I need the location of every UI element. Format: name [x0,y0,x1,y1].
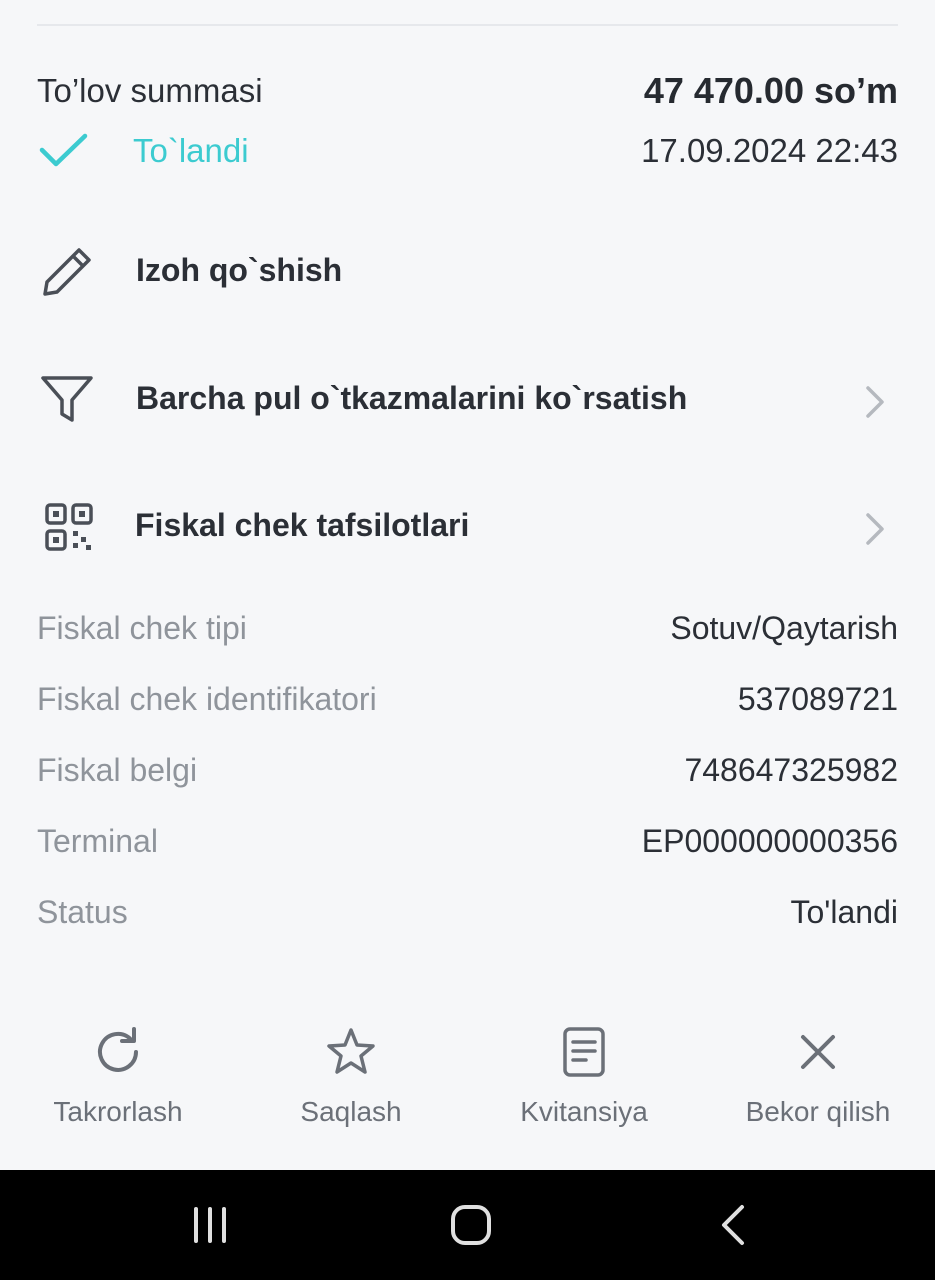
terminal-value: EP000000000356 [641,823,898,859]
fiscal-sign-row: Fiskal belgi 748647325982 [37,752,898,796]
fiscal-type-row: Fiskal chek tipi Sotuv/Qaytarish [37,610,898,654]
fiscal-id-value: 537089721 [737,681,898,717]
back-icon [722,1205,744,1245]
payment-amount-row: To’lov summasi 47 470.00 so’m [37,66,898,116]
payment-status-row: To`landi 17.09.2024 22:43 [37,126,898,176]
save-button[interactable]: Saqlash [236,1010,466,1150]
document-icon [563,1027,605,1077]
system-navigation-bar [0,1170,935,1280]
cancel-button[interactable]: Bekor qilish [703,1010,933,1150]
chevron-right-icon [866,386,884,418]
fiscal-status-row: Status To'landi [37,894,898,938]
pencil-icon [43,248,91,296]
filter-icon [41,376,93,422]
fiscal-status-value: To'landi [790,894,898,930]
fiscal-details-button[interactable]: Fiskal chek tafsilotlari [37,485,898,565]
qr-code-icon [45,503,93,551]
payment-datetime: 17.09.2024 22:43 [641,132,898,169]
fiscal-details-label: Fiskal chek tafsilotlari [135,507,470,543]
star-icon [327,1028,375,1074]
amount-value: 47 470.00 so’m [643,70,898,111]
receipt-label: Kvitansiya [520,1096,648,1127]
show-all-transfers-button[interactable]: Barcha pul o`tkazmalarini ko`rsatish [37,358,898,438]
add-comment-button[interactable]: Izoh qo`shish [37,230,898,310]
terminal-row: Terminal EP000000000356 [37,823,898,867]
close-icon [801,1035,835,1069]
add-comment-label: Izoh qo`shish [136,252,343,288]
recent-apps-button[interactable] [150,1170,270,1280]
terminal-label: Terminal [37,823,158,859]
fiscal-sign-label: Fiskal belgi [37,752,198,788]
fiscal-sign-value: 748647325982 [684,752,898,788]
show-all-transfers-label: Barcha pul o`tkazmalarini ko`rsatish [136,380,688,416]
repeat-button[interactable]: Takrorlash [3,1010,233,1150]
repeat-label: Takrorlash [53,1096,183,1127]
home-icon [451,1205,491,1245]
fiscal-status-label: Status [37,894,128,930]
home-button[interactable] [411,1170,531,1280]
fiscal-id-label: Fiskal chek identifikatori [37,681,377,717]
amount-label: To’lov summasi [37,72,263,109]
payment-status: To`landi [133,132,249,169]
receipt-button[interactable]: Kvitansiya [469,1010,699,1150]
top-divider [37,24,898,26]
bottom-action-bar: Takrorlash Saqlash Kvitansiya Bekor qili… [0,1010,935,1170]
refresh-icon [98,1027,138,1072]
back-button[interactable] [673,1170,793,1280]
fiscal-type-value: Sotuv/Qaytarish [670,610,898,646]
recent-apps-icon [194,1207,226,1243]
check-icon [39,133,88,167]
chevron-right-icon [866,513,884,545]
fiscal-type-label: Fiskal chek tipi [37,610,247,646]
fiscal-id-row: Fiskal chek identifikatori 537089721 [37,681,898,725]
cancel-label: Bekor qilish [745,1096,891,1127]
save-label: Saqlash [300,1096,402,1127]
